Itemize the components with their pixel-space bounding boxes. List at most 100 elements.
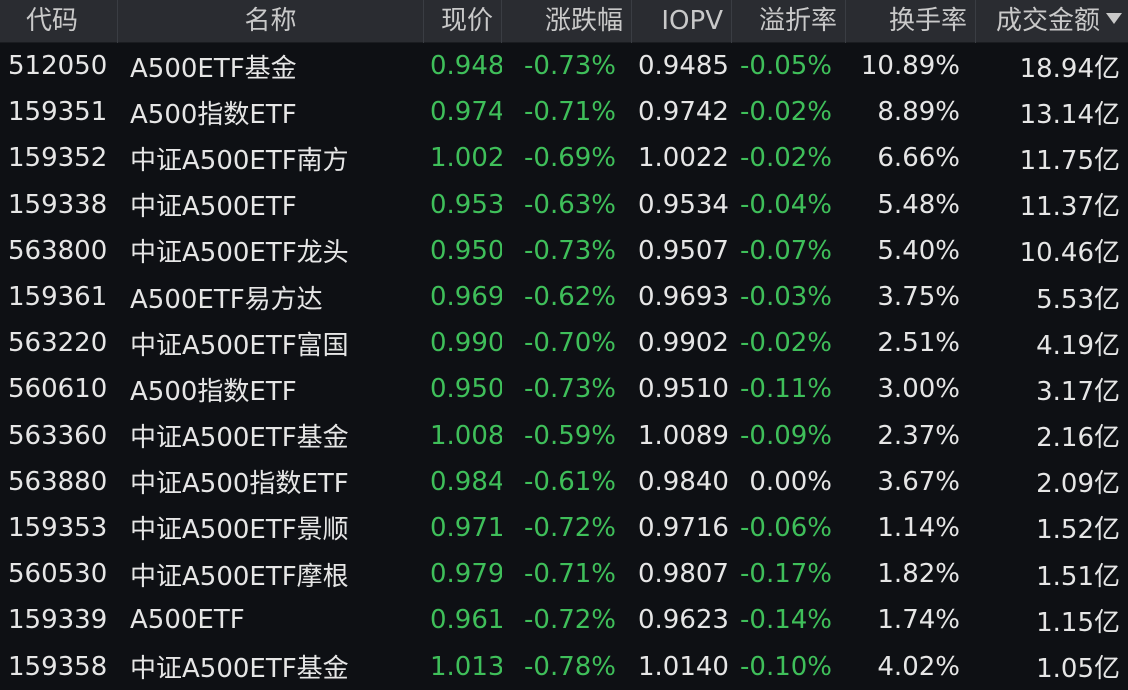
cell-iopv: 0.9840: [638, 466, 729, 497]
table-row[interactable]: 560610 A500指数ETF 0.950 -0.73% 0.9510 -0.11% 3.…: [0, 366, 1128, 412]
table-row[interactable]: 563800 中证A500ETF龙头 0.950 -0.73% 0.9507 -0.07%…: [0, 228, 1128, 274]
cell-name: 中证A500ETF基金: [130, 654, 349, 685]
cell-name: 中证A500ETF摩根: [130, 561, 349, 592]
cell-turnover: 6.66%: [877, 143, 960, 174]
cell-premium: -0.02%: [740, 328, 832, 359]
cell-code: 159361: [8, 282, 108, 313]
column-header-price[interactable]: 现价: [424, 0, 502, 43]
cell-premium: -0.05%: [740, 51, 832, 82]
cell-price: 1.008: [430, 420, 502, 451]
cell-iopv: 0.9742: [638, 97, 729, 128]
cell-change: -0.71%: [524, 559, 616, 590]
column-header-premium[interactable]: 溢折率: [732, 0, 846, 43]
table-header: 代码 名称 现价 涨跌幅 IOPV 溢折率 换手率 成交金额: [0, 0, 1128, 43]
cell-change: -0.73%: [524, 374, 616, 405]
cell-premium: -0.07%: [740, 235, 832, 266]
column-header-iopv[interactable]: IOPV: [632, 0, 732, 43]
cell-code: 159358: [8, 651, 108, 682]
cell-iopv: 0.9902: [638, 328, 729, 359]
cell-premium: -0.02%: [740, 97, 832, 128]
cell-change: -0.73%: [524, 51, 616, 82]
table-row[interactable]: 563220 中证A500ETF富国 0.990 -0.70% 0.9902 -0.02%…: [0, 320, 1128, 366]
table-row[interactable]: 560530 中证A500ETF摩根 0.979 -0.71% 0.9807 -0.17%…: [0, 551, 1128, 597]
cell-iopv: 0.9510: [638, 374, 729, 405]
cell-amount: 2.16亿: [1036, 423, 1120, 454]
cell-premium: 0.00%: [749, 466, 832, 497]
cell-turnover: 3.75%: [877, 282, 960, 313]
cell-price: 0.950: [430, 235, 502, 266]
cell-name: 中证A500ETF龙头: [130, 238, 349, 269]
cell-price: 0.974: [430, 97, 502, 128]
table-row[interactable]: 159339 A500ETF 0.961 -0.72% 0.9623 -0.14% 1.74…: [0, 597, 1128, 643]
cell-iopv: 1.0140: [638, 651, 729, 682]
column-header-code[interactable]: 代码: [0, 0, 118, 43]
table-row[interactable]: 159358 中证A500ETF基金 1.013 -0.78% 1.0140 -0.10%…: [0, 643, 1128, 689]
cell-premium: -0.17%: [740, 559, 832, 590]
cell-name: 中证A500ETF景顺: [130, 515, 349, 546]
cell-iopv: 1.0089: [638, 420, 729, 451]
cell-price: 0.953: [430, 189, 502, 220]
cell-change: -0.63%: [524, 189, 616, 220]
table-row[interactable]: 159361 A500ETF易方达 0.969 -0.62% 0.9693 -0.03% 3…: [0, 274, 1128, 320]
cell-code: 563220: [8, 328, 108, 359]
cell-amount: 18.94亿: [1019, 53, 1120, 84]
cell-iopv: 0.9716: [638, 512, 729, 543]
cell-premium: -0.09%: [740, 420, 832, 451]
cell-code: 560610: [8, 374, 108, 405]
cell-premium: -0.02%: [740, 143, 832, 174]
cell-change: -0.69%: [524, 143, 616, 174]
cell-iopv: 1.0022: [638, 143, 729, 174]
cell-amount: 1.15亿: [1036, 607, 1120, 638]
table-row[interactable]: 159338 中证A500ETF 0.953 -0.63% 0.9534 -0.04% 5.…: [0, 182, 1128, 228]
table-row[interactable]: 563360 中证A500ETF基金 1.008 -0.59% 1.0089 -0.09%…: [0, 413, 1128, 459]
sort-down-icon[interactable]: [1106, 13, 1122, 24]
cell-iopv: 0.9623: [638, 605, 729, 636]
cell-amount: 5.53亿: [1036, 284, 1120, 315]
table-row[interactable]: 563880 中证A500指数ETF 0.984 -0.61% 0.9840 0.00% 3…: [0, 459, 1128, 505]
column-header-amount[interactable]: 成交金额: [976, 0, 1128, 43]
cell-premium: -0.10%: [740, 651, 832, 682]
cell-turnover: 5.48%: [877, 189, 960, 220]
cell-iopv: 0.9693: [638, 282, 729, 313]
cell-price: 0.969: [430, 282, 502, 313]
cell-amount: 1.51亿: [1036, 561, 1120, 592]
cell-turnover: 3.67%: [877, 466, 960, 497]
cell-code: 159353: [8, 512, 108, 543]
cell-amount: 1.05亿: [1036, 654, 1120, 685]
cell-premium: -0.11%: [740, 374, 832, 405]
cell-code: 563800: [8, 235, 108, 266]
column-header-name[interactable]: 名称: [118, 0, 424, 43]
cell-premium: -0.06%: [740, 512, 832, 543]
cell-price: 0.979: [430, 559, 502, 590]
cell-turnover: 2.37%: [877, 420, 960, 451]
cell-turnover: 4.02%: [877, 651, 960, 682]
cell-amount: 13.14亿: [1019, 99, 1120, 130]
cell-turnover: 8.89%: [877, 97, 960, 128]
cell-iopv: 0.9807: [638, 559, 729, 590]
cell-code: 512050: [8, 51, 108, 82]
table-row[interactable]: 159353 中证A500ETF景顺 0.971 -0.72% 0.9716 -0.06%…: [0, 505, 1128, 551]
column-header-turnover[interactable]: 换手率: [846, 0, 976, 43]
table-row[interactable]: 159352 中证A500ETF南方 1.002 -0.69% 1.0022 -0.02%…: [0, 135, 1128, 181]
cell-turnover: 1.74%: [877, 605, 960, 636]
cell-change: -0.62%: [524, 282, 616, 313]
cell-price: 0.950: [430, 374, 502, 405]
cell-change: -0.72%: [524, 512, 616, 543]
cell-change: -0.72%: [524, 605, 616, 636]
cell-amount: 10.46亿: [1019, 238, 1120, 269]
cell-name: A500ETF: [130, 605, 245, 636]
cell-amount: 3.17亿: [1036, 376, 1120, 407]
column-header-change[interactable]: 涨跌幅: [502, 0, 632, 43]
cell-price: 1.002: [430, 143, 502, 174]
cell-code: 159351: [8, 97, 108, 128]
table-body: 512050 A500ETF基金 0.948 -0.73% 0.9485 -0.05% 10…: [0, 43, 1128, 690]
cell-name: A500指数ETF: [130, 376, 297, 407]
cell-iopv: 0.9534: [638, 189, 729, 220]
cell-premium: -0.14%: [740, 605, 832, 636]
cell-name: A500指数ETF: [130, 99, 297, 130]
cell-code: 159338: [8, 189, 108, 220]
cell-name: 中证A500ETF: [130, 192, 297, 223]
table-row[interactable]: 512050 A500ETF基金 0.948 -0.73% 0.9485 -0.05% 10…: [0, 43, 1128, 89]
cell-turnover: 1.82%: [877, 559, 960, 590]
table-row[interactable]: 159351 A500指数ETF 0.974 -0.71% 0.9742 -0.02% 8.…: [0, 89, 1128, 135]
